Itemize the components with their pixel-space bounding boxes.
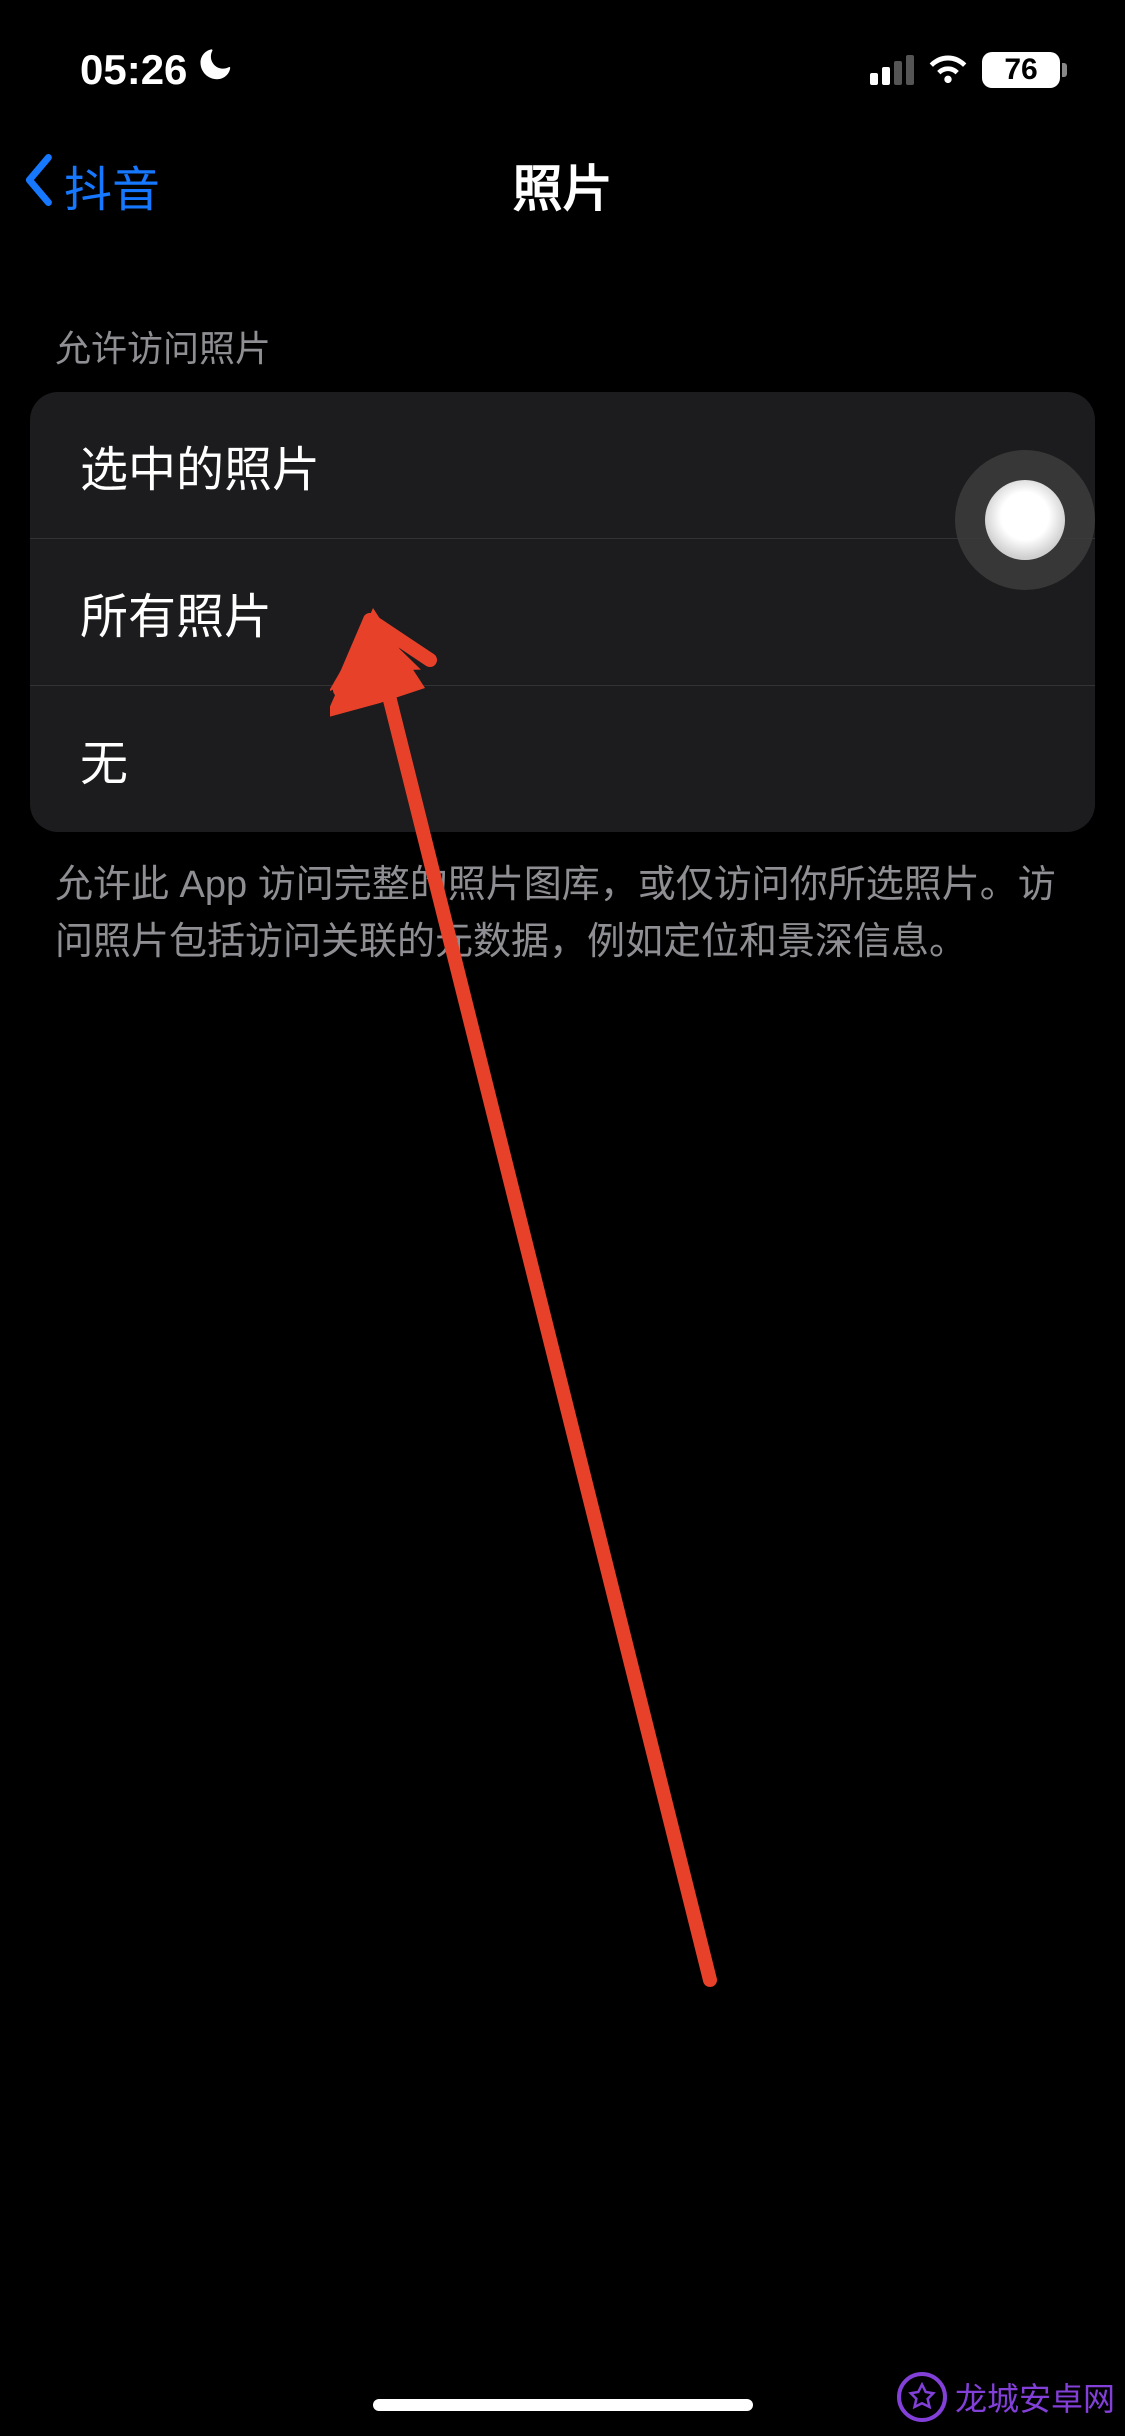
status-left: 05:26: [50, 46, 235, 94]
wifi-icon: [928, 53, 968, 88]
section-header: 允许访问照片: [0, 250, 1125, 392]
watermark-icon: [897, 2372, 947, 2422]
back-label: 抖音: [64, 150, 160, 220]
photo-access-options: 选中的照片 所有照片 无: [30, 392, 1095, 832]
option-selected-photos[interactable]: 选中的照片: [30, 392, 1095, 539]
option-label: 选中的照片: [80, 430, 320, 500]
navigation-bar: 抖音 照片: [0, 120, 1125, 250]
status-time: 05:26: [80, 46, 187, 94]
battery-indicator: 76: [982, 52, 1060, 88]
cellular-signal-icon: [870, 55, 914, 85]
battery-level: 76: [1004, 53, 1037, 87]
option-label: 无: [80, 724, 128, 794]
assistive-touch-button[interactable]: [955, 450, 1095, 590]
home-indicator[interactable]: [373, 2399, 753, 2411]
option-all-photos[interactable]: 所有照片: [30, 539, 1095, 686]
assistive-touch-icon: [985, 480, 1065, 560]
status-right: 76: [870, 52, 1075, 88]
watermark: 龙城安卓网: [897, 2372, 1115, 2422]
watermark-text: 龙城安卓网: [955, 2374, 1115, 2420]
option-label: 所有照片: [80, 577, 272, 647]
option-none[interactable]: 无: [30, 686, 1095, 832]
chevron-left-icon: [20, 154, 56, 216]
do-not-disturb-icon: [199, 48, 235, 93]
section-footer: 允许此 App 访问完整的照片图库，或仅访问你所选照片。访问照片包括访问关联的元…: [0, 832, 1125, 996]
page-title: 照片: [513, 149, 613, 221]
status-bar: 05:26 76: [0, 0, 1125, 120]
back-button[interactable]: 抖音: [20, 150, 160, 220]
